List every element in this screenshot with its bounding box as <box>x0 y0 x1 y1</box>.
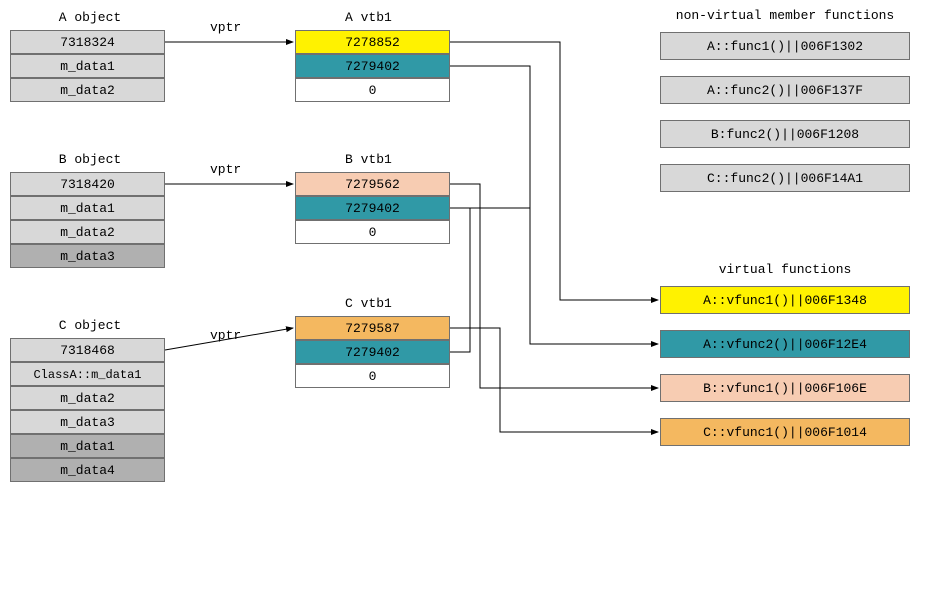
c-obj-row-5: m_data4 <box>10 458 165 482</box>
c-vptr-label: vptr <box>210 328 241 343</box>
a-vptr-label: vptr <box>210 20 241 35</box>
a-obj-row-1: m_data1 <box>10 54 165 78</box>
virtual-1: A::vfunc2()||006F12E4 <box>660 330 910 358</box>
nonvirtual-title: non-virtual member functions <box>660 8 910 23</box>
nonvirtual-2: B:func2()||006F1208 <box>660 120 910 148</box>
b-obj-row-0: 7318420 <box>10 172 165 196</box>
nonvirtual-3: C::func2()||006F14A1 <box>660 164 910 192</box>
virtual-3: C::vfunc1()||006F1014 <box>660 418 910 446</box>
b-obj-row-1: m_data1 <box>10 196 165 220</box>
c-object-title: C object <box>50 318 130 333</box>
a-vtbl-row-2: 0 <box>295 78 450 102</box>
b-vtbl-row-0: 7279562 <box>295 172 450 196</box>
c-obj-row-2: m_data2 <box>10 386 165 410</box>
a-vtbl-title: A vtb1 <box>345 10 392 25</box>
a-obj-row-2: m_data2 <box>10 78 165 102</box>
b-vtbl-row-1: 7279402 <box>295 196 450 220</box>
a-object-title: A object <box>50 10 130 25</box>
virtual-2: B::vfunc1()||006F106E <box>660 374 910 402</box>
c-obj-row-0: 7318468 <box>10 338 165 362</box>
c-obj-row-3: m_data3 <box>10 410 165 434</box>
b-object-title: B object <box>50 152 130 167</box>
c-vtbl-row-0: 7279587 <box>295 316 450 340</box>
b-obj-row-2: m_data2 <box>10 220 165 244</box>
virtual-title: virtual functions <box>660 262 910 277</box>
nonvirtual-1: A::func2()||006F137F <box>660 76 910 104</box>
a-obj-row-0: 7318324 <box>10 30 165 54</box>
nonvirtual-0: A::func1()||006F1302 <box>660 32 910 60</box>
c-obj-row-1: ClassA::m_data1 <box>10 362 165 386</box>
c-obj-row-4: m_data1 <box>10 434 165 458</box>
c-vtbl-row-1: 7279402 <box>295 340 450 364</box>
c-vtbl-row-2: 0 <box>295 364 450 388</box>
b-obj-row-3: m_data3 <box>10 244 165 268</box>
b-vtbl-title: B vtb1 <box>345 152 392 167</box>
c-vtbl-title: C vtb1 <box>345 296 392 311</box>
a-vtbl-row-1: 7279402 <box>295 54 450 78</box>
a-vtbl-row-0: 7278852 <box>295 30 450 54</box>
b-vtbl-row-2: 0 <box>295 220 450 244</box>
virtual-0: A::vfunc1()||006F1348 <box>660 286 910 314</box>
b-vptr-label: vptr <box>210 162 241 177</box>
